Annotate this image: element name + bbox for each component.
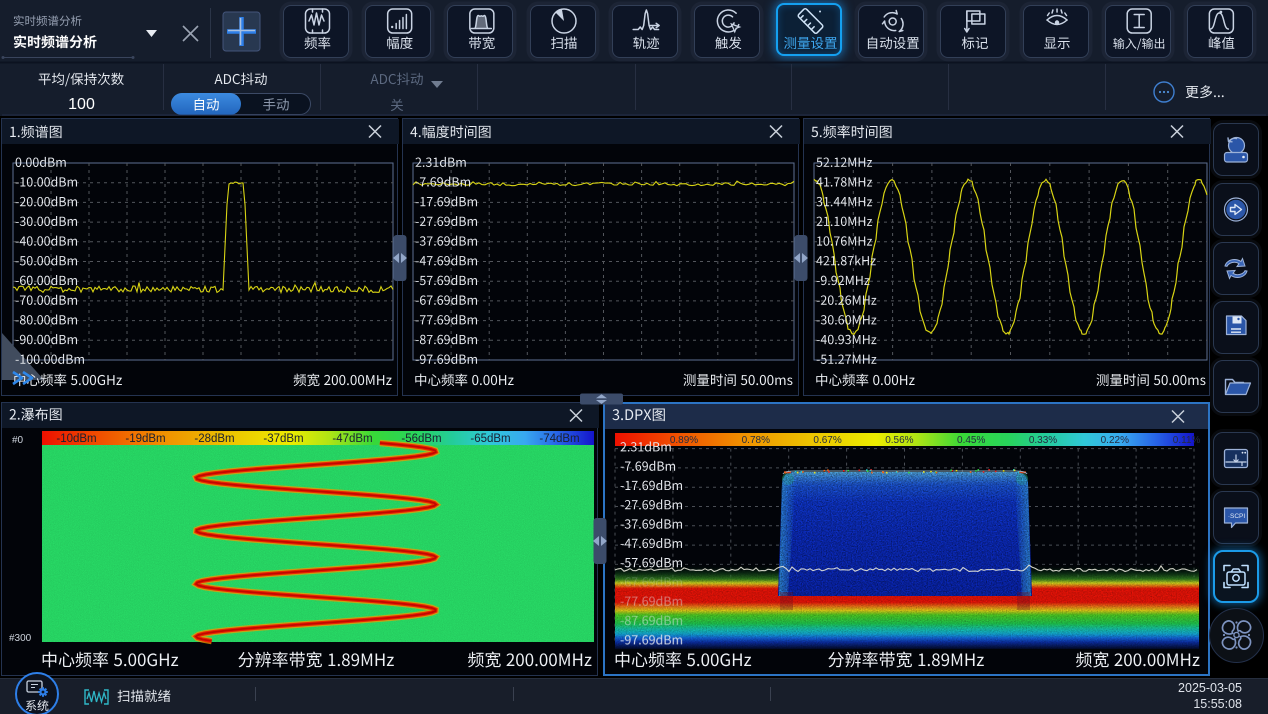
svg-text:-74dBm: -74dBm xyxy=(539,433,579,445)
svg-text:-28dBm: -28dBm xyxy=(194,433,234,445)
svg-text:-65dBm: -65dBm xyxy=(470,433,510,445)
svg-text:0.89%: 0.89% xyxy=(670,435,698,446)
svg-text:#300: #300 xyxy=(9,633,32,644)
svg-text:-37dBm: -37dBm xyxy=(263,433,303,445)
svg-text:#0: #0 xyxy=(12,435,24,446)
svg-text:-47dBm: -47dBm xyxy=(332,433,372,445)
svg-text:0.11%: 0.11% xyxy=(1173,435,1201,446)
svg-text:0.33%: 0.33% xyxy=(1029,435,1057,446)
svg-text:0.22%: 0.22% xyxy=(1101,435,1129,446)
svg-text:-19dBm: -19dBm xyxy=(125,433,165,445)
svg-text:0.45%: 0.45% xyxy=(957,435,985,446)
svg-text:0.67%: 0.67% xyxy=(813,435,841,446)
svg-text:0.78%: 0.78% xyxy=(742,435,770,446)
svg-text:-10dBm: -10dBm xyxy=(56,433,96,445)
svg-text:0.56%: 0.56% xyxy=(885,435,913,446)
